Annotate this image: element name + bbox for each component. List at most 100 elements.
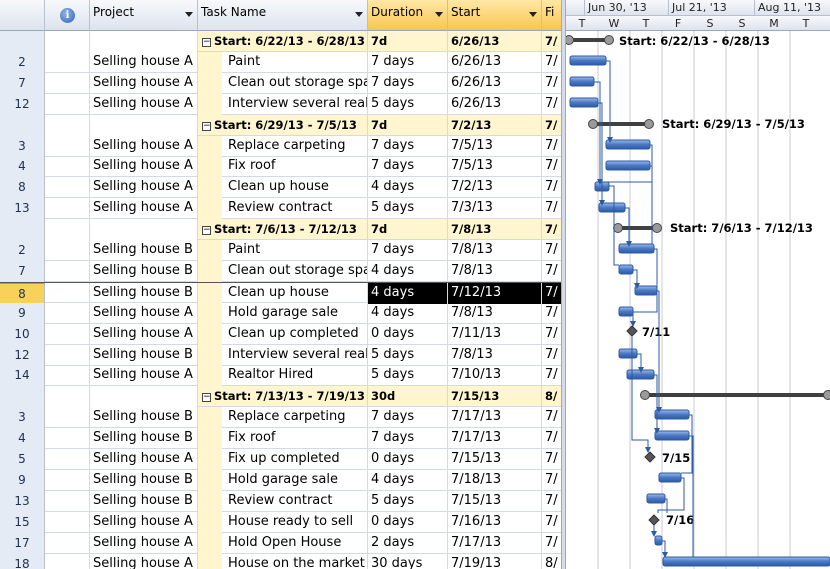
row-id-cell[interactable] (0, 31, 45, 52)
start-cell[interactable]: 7/8/13 (448, 344, 542, 366)
duration-cell[interactable]: 4 days (368, 282, 448, 304)
task-bar[interactable] (662, 556, 830, 567)
duration-column-header[interactable]: Duration (368, 0, 448, 31)
project-cell[interactable]: Selling house A (90, 198, 198, 220)
table-row[interactable]: 12 Selling house B Interview several realt… (0, 344, 561, 366)
task-name-cell[interactable]: Clean up house (198, 177, 368, 199)
project-cell[interactable] (90, 386, 198, 408)
start-cell[interactable]: 7/17/13 (448, 407, 542, 429)
row-id-cell[interactable]: 7 (0, 260, 45, 282)
task-name-cell[interactable]: Hold Open House (198, 532, 368, 554)
table-row[interactable]: 3 Selling house B Replace carpeting 7 days 7… (0, 407, 561, 429)
task-bar[interactable] (569, 97, 599, 108)
start-column-header[interactable]: Start (448, 0, 542, 31)
task-bar[interactable] (618, 306, 634, 317)
start-cell[interactable]: 7/2/13 (448, 177, 542, 199)
finish-cell[interactable]: 7/ (542, 198, 561, 219)
project-cell[interactable]: Selling house B (90, 428, 198, 450)
table-row[interactable]: 13 Selling house B Review contract 5 days 7/… (0, 490, 561, 512)
duration-cell[interactable]: 0 days (368, 323, 448, 345)
row-id-cell[interactable]: 10 (0, 323, 45, 345)
indicator-cell[interactable] (45, 365, 90, 387)
task-name-cell[interactable]: Hold garage sale (198, 469, 368, 491)
project-cell[interactable]: Selling house B (90, 240, 198, 261)
row-id-cell[interactable]: 7 (0, 72, 45, 94)
finish-cell[interactable]: 7/ (542, 428, 561, 449)
row-id-cell[interactable]: 18 (0, 553, 45, 569)
table-row[interactable]: 3 Selling house A Replace carpeting 7 days 7… (0, 135, 561, 157)
start-cell[interactable]: 7/2/13 (448, 114, 542, 136)
project-cell[interactable]: Selling house A (90, 93, 198, 115)
start-cell[interactable]: 7/16/13 (448, 511, 542, 533)
indicator-cell[interactable] (45, 282, 90, 304)
project-cell[interactable]: Selling house B (90, 469, 198, 491)
finish-cell[interactable]: 7/ (542, 219, 561, 240)
row-id-cell[interactable]: 5 (0, 449, 45, 470)
task-name-column-header[interactable]: Task Name (198, 0, 368, 31)
row-id-cell[interactable]: 17 (0, 532, 45, 554)
start-cell[interactable]: 7/17/13 (448, 428, 542, 450)
collapse-toggle-icon[interactable]: − (202, 38, 211, 47)
task-name-cell[interactable]: Fix up completed (198, 449, 368, 470)
table-row[interactable]: 5 Selling house A Fix up completed 0 days 7/… (0, 449, 561, 470)
start-cell[interactable]: 7/15/13 (448, 386, 542, 408)
summary-row[interactable]: − Start: 6/29/13 - 7/5/13 7d 7/2/13 7/ (0, 114, 561, 136)
finish-cell[interactable]: 7/ (542, 115, 561, 136)
summary-row[interactable]: − Start: 7/13/13 - 7/19/13 30d 7/15/13 8/ (0, 386, 561, 408)
finish-cell[interactable]: 7/ (542, 345, 561, 366)
finish-cell[interactable]: 7/ (542, 94, 561, 115)
start-cell[interactable]: 7/8/13 (448, 219, 542, 241)
duration-cell[interactable]: 5 days (368, 344, 448, 366)
finish-cell[interactable]: 7/ (542, 491, 561, 512)
task-bar[interactable] (618, 348, 638, 359)
duration-cell[interactable]: 7d (368, 31, 448, 52)
duration-cell[interactable]: 7 days (368, 72, 448, 94)
row-id-cell[interactable]: 15 (0, 511, 45, 533)
start-cell[interactable]: 6/26/13 (448, 72, 542, 94)
row-id-cell[interactable]: 12 (0, 93, 45, 115)
project-cell[interactable] (90, 219, 198, 241)
summary-bar[interactable] (613, 223, 662, 233)
task-bar[interactable] (654, 409, 690, 420)
task-name-cell[interactable]: Clean up house (198, 282, 368, 304)
indicator-cell[interactable] (45, 449, 90, 470)
dropdown-arrow-icon[interactable] (185, 12, 193, 17)
table-row[interactable]: 8 Selling house B Clean up house 4 days 7/12… (0, 281, 561, 304)
summary-bar[interactable] (566, 35, 614, 45)
indicator-cell[interactable] (45, 114, 90, 136)
finish-cell[interactable]: 7/ (542, 282, 561, 304)
task-bar[interactable] (654, 430, 690, 441)
duration-cell[interactable]: 7 days (368, 407, 448, 429)
milestone-diamond[interactable] (648, 514, 660, 526)
row-id-cell[interactable]: 14 (0, 365, 45, 387)
finish-cell[interactable]: 7/ (542, 136, 561, 157)
indicator-cell[interactable] (45, 219, 90, 241)
indicator-cell[interactable] (45, 51, 90, 73)
task-name-cell[interactable]: Hold garage sale (198, 302, 368, 324)
summary-row[interactable]: − Start: 6/22/13 - 6/28/13 7d 6/26/13 7/ (0, 31, 561, 52)
task-name-cell[interactable]: − Start: 6/29/13 - 7/5/13 (198, 114, 368, 136)
indicator-cell[interactable] (45, 198, 90, 220)
task-name-cell[interactable]: Interview several realt (198, 93, 368, 115)
task-name-cell[interactable]: Interview several realt (198, 344, 368, 366)
project-cell[interactable]: Selling house A (90, 553, 198, 569)
indicator-cell[interactable] (45, 323, 90, 345)
project-cell[interactable]: Selling house A (90, 511, 198, 533)
indicators-column-header[interactable]: i (45, 0, 90, 31)
table-row[interactable]: 4 Selling house A Fix roof 7 days 7/5/13 7/ (0, 156, 561, 178)
milestone-diamond[interactable] (626, 325, 638, 337)
row-id-cell[interactable]: 2 (0, 240, 45, 261)
table-row[interactable]: 18 Selling house A House on the market 30 d… (0, 553, 561, 569)
indicator-cell[interactable] (45, 240, 90, 261)
table-row[interactable]: 12 Selling house A Interview several realt… (0, 93, 561, 115)
table-row[interactable]: 15 Selling house A House ready to sell 0 da… (0, 511, 561, 533)
duration-cell[interactable]: 4 days (368, 302, 448, 324)
table-row[interactable]: 4 Selling house B Fix roof 7 days 7/17/13 7/ (0, 428, 561, 450)
duration-cell[interactable]: 5 days (368, 365, 448, 387)
start-cell[interactable]: 7/17/13 (448, 532, 542, 554)
indicator-cell[interactable] (45, 135, 90, 157)
indicator-cell[interactable] (45, 31, 90, 52)
finish-cell[interactable]: 7/ (542, 261, 561, 282)
table-row[interactable]: 9 Selling house A Hold garage sale 4 days 7/… (0, 302, 561, 324)
start-cell[interactable]: 7/10/13 (448, 365, 542, 387)
